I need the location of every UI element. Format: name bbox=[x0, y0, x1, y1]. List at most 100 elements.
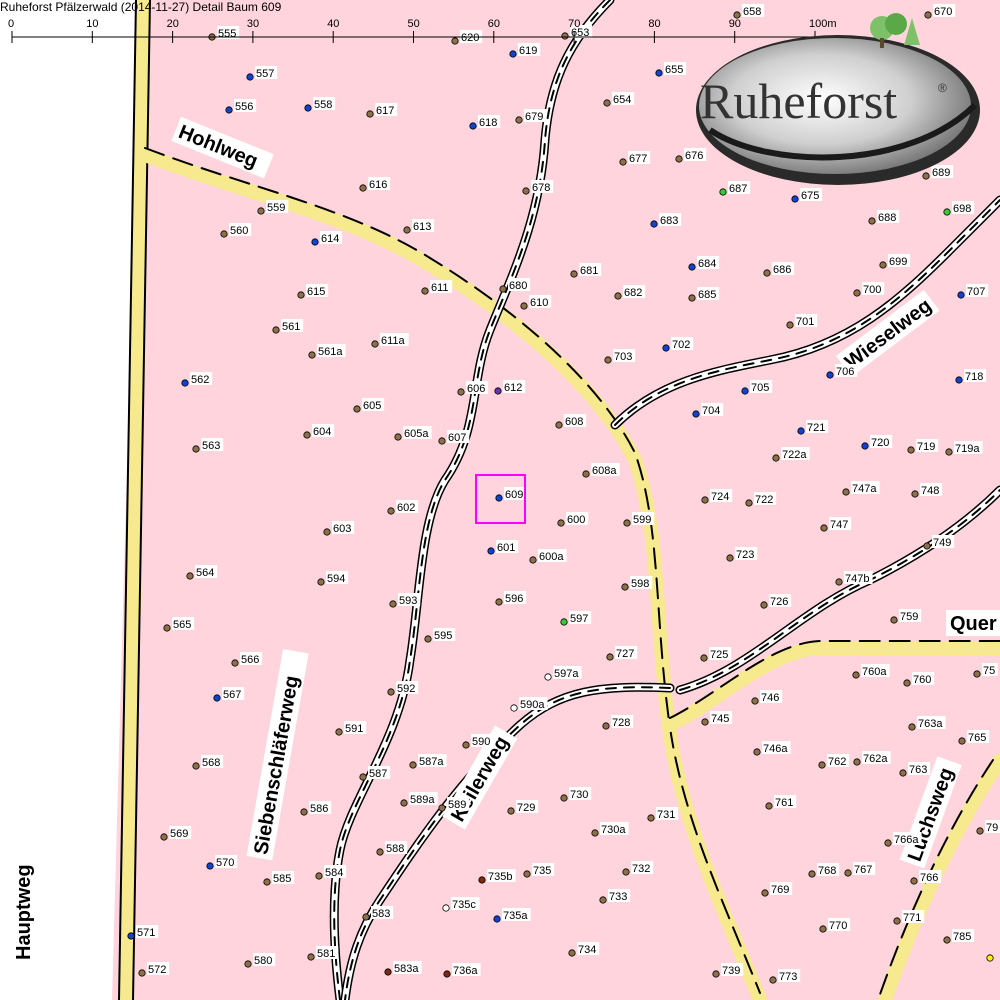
tree-dot-icon[interactable] bbox=[335, 728, 343, 736]
tree-dot-icon[interactable] bbox=[700, 654, 708, 662]
tree-dot-icon[interactable] bbox=[741, 387, 749, 395]
tree-dot-icon[interactable] bbox=[899, 769, 907, 777]
tree-dot-icon[interactable] bbox=[852, 671, 860, 679]
tree-dot-icon[interactable] bbox=[701, 496, 709, 504]
tree-dot-icon[interactable] bbox=[192, 445, 200, 453]
tree-dot-icon[interactable] bbox=[186, 572, 194, 580]
tree-dot-icon[interactable] bbox=[366, 110, 374, 118]
tree-dot-icon[interactable] bbox=[688, 294, 696, 302]
tree-dot-icon[interactable] bbox=[826, 371, 834, 379]
tree-dot-icon[interactable] bbox=[494, 387, 502, 395]
tree-dot-icon[interactable] bbox=[819, 925, 827, 933]
tree-dot-icon[interactable] bbox=[879, 261, 887, 269]
tree-dot-icon[interactable] bbox=[958, 737, 966, 745]
tree-dot-icon[interactable] bbox=[622, 868, 630, 876]
tree-dot-icon[interactable] bbox=[986, 954, 994, 962]
tree-dot-icon[interactable] bbox=[387, 507, 395, 515]
tree-dot-icon[interactable] bbox=[893, 917, 901, 925]
tree-dot-icon[interactable] bbox=[908, 723, 916, 731]
tree-dot-icon[interactable] bbox=[311, 238, 319, 246]
tree-dot-icon[interactable] bbox=[297, 291, 305, 299]
tree-dot-icon[interactable] bbox=[910, 877, 918, 885]
tree-dot-icon[interactable] bbox=[890, 616, 898, 624]
tree-dot-icon[interactable] bbox=[409, 761, 417, 769]
tree-dot-icon[interactable] bbox=[753, 748, 761, 756]
tree-dot-icon[interactable] bbox=[599, 896, 607, 904]
tree-dot-icon[interactable] bbox=[389, 600, 397, 608]
tree-dot-icon[interactable] bbox=[272, 326, 280, 334]
tree-dot-icon[interactable] bbox=[923, 542, 931, 550]
tree-dot-icon[interactable] bbox=[510, 704, 518, 712]
tree-dot-icon[interactable] bbox=[308, 351, 316, 359]
tree-dot-icon[interactable] bbox=[765, 802, 773, 810]
tree-dot-icon[interactable] bbox=[701, 718, 709, 726]
tree-dot-icon[interactable] bbox=[181, 379, 189, 387]
tree-dot-icon[interactable] bbox=[570, 270, 578, 278]
tree-dot-icon[interactable] bbox=[424, 635, 432, 643]
tree-dot-icon[interactable] bbox=[495, 494, 503, 502]
tree-dot-icon[interactable] bbox=[797, 427, 805, 435]
tree-dot-icon[interactable] bbox=[772, 454, 780, 462]
tree-dot-icon[interactable] bbox=[614, 292, 622, 300]
tree-dot-icon[interactable] bbox=[403, 226, 411, 234]
tree-dot-icon[interactable] bbox=[443, 970, 451, 978]
tree-dot-icon[interactable] bbox=[160, 833, 168, 841]
tree-yellow-edge[interactable] bbox=[986, 954, 994, 962]
tree-dot-icon[interactable] bbox=[315, 872, 323, 880]
tree-dot-icon[interactable] bbox=[317, 578, 325, 586]
tree-dot-icon[interactable] bbox=[973, 670, 981, 678]
tree-dot-icon[interactable] bbox=[911, 490, 919, 498]
tree-dot-icon[interactable] bbox=[835, 578, 843, 586]
tree-dot-icon[interactable] bbox=[606, 653, 614, 661]
tree-dot-icon[interactable] bbox=[421, 287, 429, 295]
tree-dot-icon[interactable] bbox=[438, 437, 446, 445]
tree-dot-icon[interactable] bbox=[786, 321, 794, 329]
tree-dot-icon[interactable] bbox=[769, 976, 777, 984]
tree-dot-icon[interactable] bbox=[469, 122, 477, 130]
tree-dot-icon[interactable] bbox=[192, 762, 200, 770]
tree-dot-icon[interactable] bbox=[820, 524, 828, 532]
tree-dot-icon[interactable] bbox=[853, 758, 861, 766]
tree-dot-icon[interactable] bbox=[884, 839, 892, 847]
tree-dot-icon[interactable] bbox=[400, 799, 408, 807]
tree-dot-icon[interactable] bbox=[903, 679, 911, 687]
tree-dot-icon[interactable] bbox=[555, 421, 563, 429]
tree-dot-icon[interactable] bbox=[127, 932, 135, 940]
tree-dot-icon[interactable] bbox=[943, 208, 951, 216]
tree-dot-icon[interactable] bbox=[138, 969, 146, 977]
tree-dot-icon[interactable] bbox=[688, 263, 696, 271]
tree-dot-icon[interactable] bbox=[955, 376, 963, 384]
tree-dot-icon[interactable] bbox=[808, 870, 816, 878]
tree-dot-icon[interactable] bbox=[307, 953, 315, 961]
tree-dot-icon[interactable] bbox=[619, 158, 627, 166]
tree-dot-icon[interactable] bbox=[457, 388, 465, 396]
tree-dot-icon[interactable] bbox=[603, 99, 611, 107]
tree-dot-icon[interactable] bbox=[560, 618, 568, 626]
tree-dot-icon[interactable] bbox=[522, 187, 530, 195]
tree-dot-icon[interactable] bbox=[520, 302, 528, 310]
tree-dot-icon[interactable] bbox=[359, 184, 367, 192]
tree-dot-icon[interactable] bbox=[868, 217, 876, 225]
tree-dot-icon[interactable] bbox=[529, 556, 537, 564]
tree-dot-icon[interactable] bbox=[557, 519, 565, 527]
tree-dot-icon[interactable] bbox=[263, 878, 271, 886]
tree-dot-icon[interactable] bbox=[692, 410, 700, 418]
tree-dot-icon[interactable] bbox=[591, 829, 599, 837]
tree-dot-icon[interactable] bbox=[582, 470, 590, 478]
tree-dot-icon[interactable] bbox=[515, 116, 523, 124]
tree-dot-icon[interactable] bbox=[957, 291, 965, 299]
tree-dot-icon[interactable] bbox=[712, 970, 720, 978]
tree-dot-icon[interactable] bbox=[495, 598, 503, 606]
tree-dot-icon[interactable] bbox=[442, 904, 450, 912]
tree-dot-icon[interactable] bbox=[945, 448, 953, 456]
tree-dot-icon[interactable] bbox=[376, 848, 384, 856]
tree-dot-icon[interactable] bbox=[507, 807, 515, 815]
tree-dot-icon[interactable] bbox=[745, 499, 753, 507]
tree-dot-icon[interactable] bbox=[523, 870, 531, 878]
tree-dot-icon[interactable] bbox=[487, 547, 495, 555]
tree-dot-icon[interactable] bbox=[621, 583, 629, 591]
tree-dot-icon[interactable] bbox=[362, 913, 370, 921]
tree-dot-icon[interactable] bbox=[976, 827, 984, 835]
tree-dot-icon[interactable] bbox=[244, 960, 252, 968]
tree-dot-icon[interactable] bbox=[246, 73, 254, 81]
